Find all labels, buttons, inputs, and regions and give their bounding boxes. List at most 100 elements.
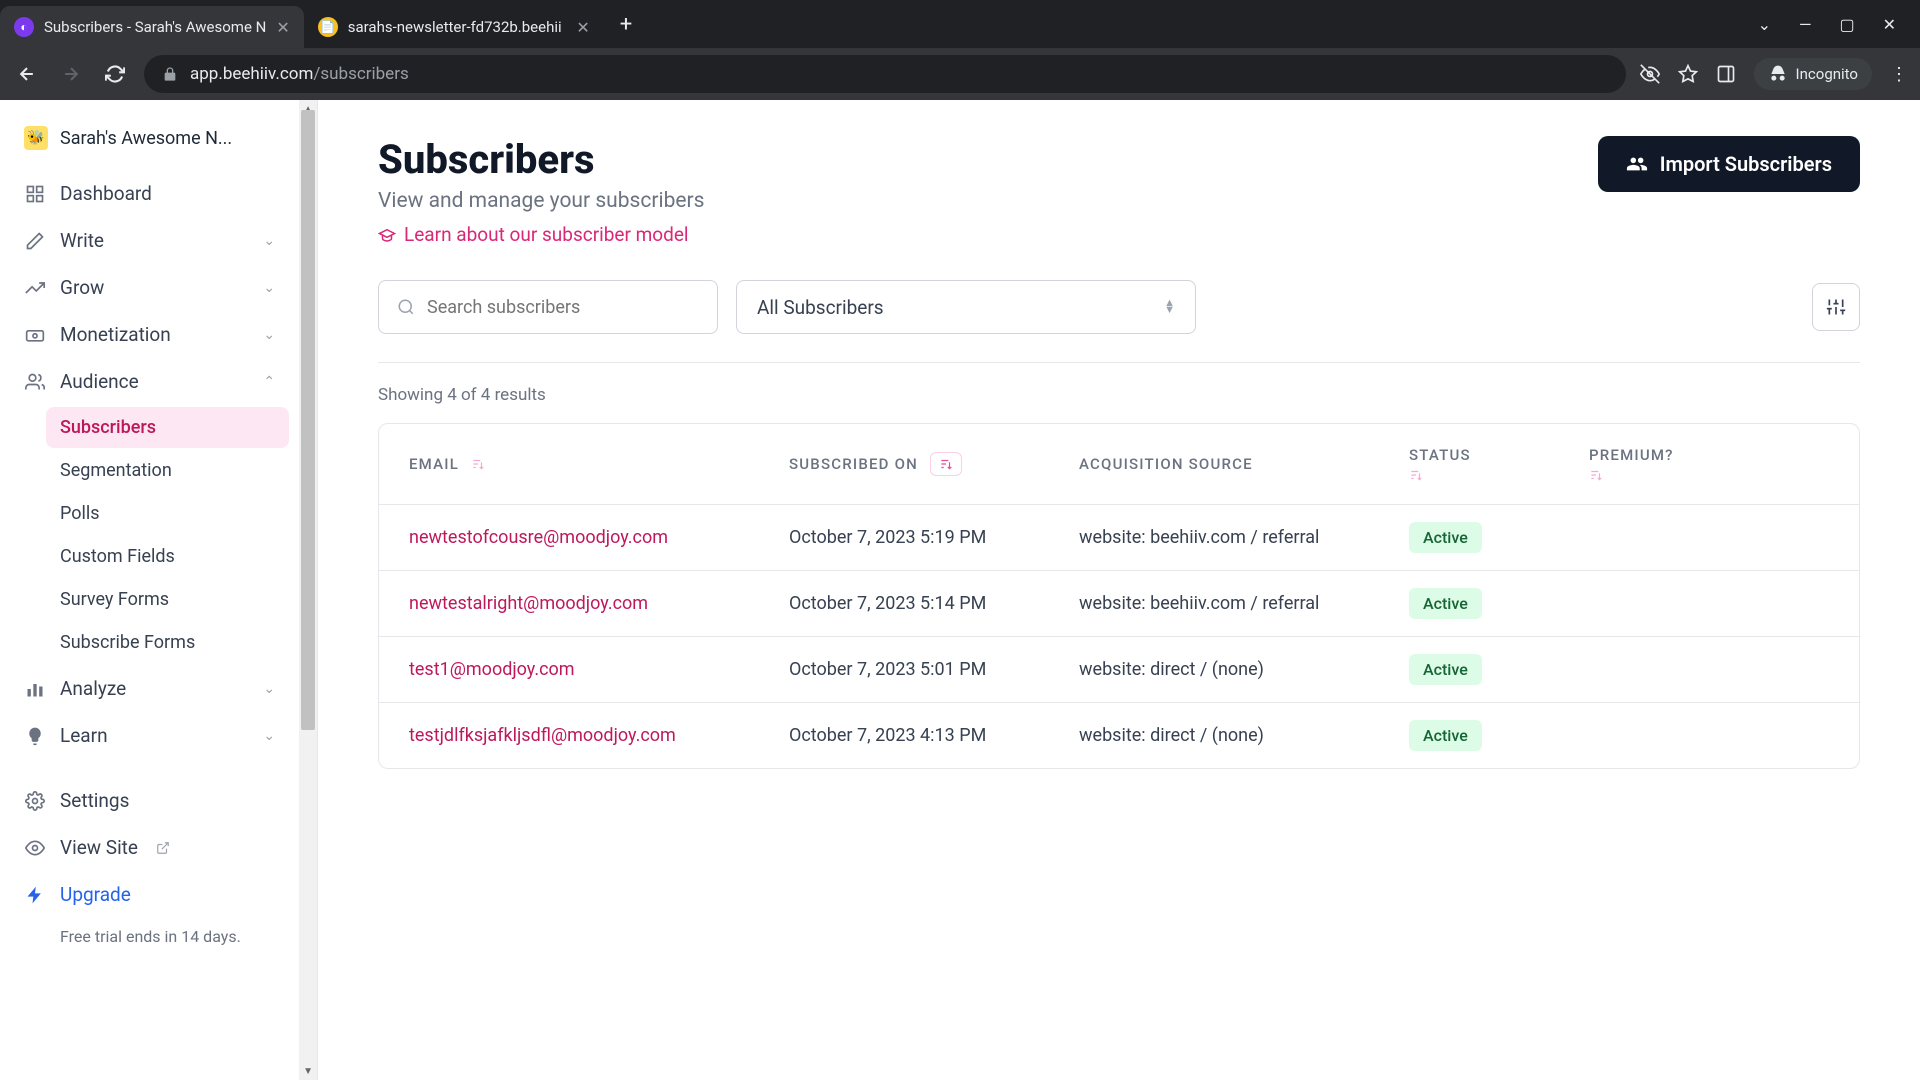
scroll-down-icon[interactable]: ▼ [299,1062,317,1080]
sidebar-subitem-segmentation[interactable]: Segmentation [46,450,289,491]
column-header-premium[interactable]: PREMIUM? [1589,446,1829,482]
cell-email[interactable]: testjdlfksjafkljsdfl@moodjoy.com [409,725,789,746]
column-header-status[interactable]: STATUS [1409,446,1589,482]
filters-row: All Subscribers ▲▼ [378,280,1860,334]
table-body: newtestofcousre@moodjoy.com October 7, 20… [379,505,1859,768]
tab-title: Subscribers - Sarah's Awesome N [44,18,266,36]
sidebar-subitem-subscribers[interactable]: Subscribers [46,407,289,448]
cell-email[interactable]: newtestofcousre@moodjoy.com [409,527,789,548]
table-row[interactable]: newtestalright@moodjoy.comOctober 7, 202… [379,571,1859,637]
column-settings-button[interactable] [1812,283,1860,331]
table-row[interactable]: newtestofcousre@moodjoy.comOctober 7, 20… [379,505,1859,571]
results-count: Showing 4 of 4 results [378,385,1860,405]
import-subscribers-button[interactable]: Import Subscribers [1598,136,1860,192]
status-badge: Active [1409,588,1482,619]
main-content: Subscribers View and manage your subscri… [318,100,1920,1080]
column-header-acquisition-source[interactable]: ACQUISITION SOURCE [1079,455,1409,473]
url-input[interactable]: app.beehiiv.com/subscribers [144,55,1626,93]
sidebar-item-settings[interactable]: Settings [10,777,289,824]
bolt-icon [24,885,46,905]
workspace-switcher[interactable]: 🐝 Sarah's Awesome N... [10,118,289,170]
scrollbar-thumb[interactable] [301,110,315,730]
sidebar-item-label: Upgrade [60,883,131,906]
tab-title: sarahs-newsletter-fd732b.beehii [348,18,567,36]
education-icon [378,226,396,244]
sidebar-item-analyze[interactable]: Analyze ⌄ [10,665,289,712]
tab-dropdown-icon[interactable]: ⌄ [1758,15,1771,34]
sidebar-item-label: Write [60,229,104,252]
table-row[interactable]: test1@moodjoy.comOctober 7, 2023 5:01 PM… [379,637,1859,703]
trending-up-icon [24,278,46,298]
learn-more-link[interactable]: Learn about our subscriber model [378,223,704,246]
toolbar-icons: Incognito ⋮ [1640,58,1908,90]
column-label: ACQUISITION SOURCE [1079,455,1253,473]
menu-icon[interactable]: ⋮ [1890,64,1908,85]
sort-icon[interactable] [471,457,485,471]
minimize-icon[interactable]: — [1799,15,1812,34]
sidebar-scrollbar[interactable]: ▲ ▼ [299,100,317,1080]
close-icon[interactable]: ✕ [276,18,289,37]
trial-notice: Free trial ends in 14 days. [10,918,289,956]
page-subtitle: View and manage your subscribers [378,189,704,213]
workspace-logo: 🐝 [24,126,48,150]
grid-icon [24,184,46,204]
segment-filter-select[interactable]: All Subscribers ▲▼ [736,280,1196,334]
sidebar-item-monetization[interactable]: Monetization ⌄ [10,311,289,358]
chevron-down-icon: ⌄ [263,280,275,296]
new-tab-button[interactable]: + [604,12,648,37]
maximize-icon[interactable]: ▢ [1839,15,1854,34]
incognito-badge[interactable]: Incognito [1754,58,1872,90]
sidebar-subnav-audience: Subscribers Segmentation Polls Custom Fi… [10,407,289,663]
import-button-label: Import Subscribers [1660,152,1832,176]
search-input[interactable] [427,297,699,318]
lightbulb-icon [24,726,46,746]
browser-tab-active[interactable]: ◐ Subscribers - Sarah's Awesome N ✕ [0,6,304,48]
money-icon [24,325,46,345]
chevron-down-icon: ⌄ [263,233,275,249]
chevron-down-icon: ⌄ [263,681,275,697]
cell-date: October 7, 2023 5:14 PM [789,593,1079,614]
gear-icon [24,791,46,811]
sidebar-subitem-subscribe-forms[interactable]: Subscribe Forms [46,622,289,663]
sidebar-item-upgrade[interactable]: Upgrade [10,871,289,918]
tab-favicon: ◐ [14,17,34,37]
cell-email[interactable]: test1@moodjoy.com [409,659,789,680]
sort-icon-active[interactable] [930,452,962,476]
back-button[interactable] [12,59,42,89]
sidebar-item-label: Analyze [60,677,126,700]
sidebar-container: 🐝 Sarah's Awesome N... Dashboard Write ⌄… [0,100,318,1080]
cell-email[interactable]: newtestalright@moodjoy.com [409,593,789,614]
eye-off-icon[interactable] [1640,64,1660,84]
sidebar-item-dashboard[interactable]: Dashboard [10,170,289,217]
sidebar-subitem-custom-fields[interactable]: Custom Fields [46,536,289,577]
table-row[interactable]: testjdlfksjafkljsdfl@moodjoy.comOctober … [379,703,1859,768]
sidebar-item-label: View Site [60,836,138,859]
star-icon[interactable] [1678,64,1698,84]
users-plus-icon [1626,153,1648,175]
sidebar-item-learn[interactable]: Learn ⌄ [10,712,289,759]
eye-icon [24,838,46,858]
close-window-icon[interactable]: ✕ [1883,15,1896,34]
sort-icon[interactable] [1409,468,1423,482]
close-icon[interactable]: ✕ [576,18,589,37]
status-badge: Active [1409,654,1482,685]
browser-tab[interactable]: 📄 sarahs-newsletter-fd732b.beehii ✕ [304,6,604,48]
sidebar-item-view-site[interactable]: View Site [10,824,289,871]
sidebar-item-audience[interactable]: Audience ⌃ [10,358,289,405]
column-header-email[interactable]: EMAIL [409,455,789,473]
sidebar-item-write[interactable]: Write ⌄ [10,217,289,264]
column-label: SUBSCRIBED ON [789,455,918,473]
panel-icon[interactable] [1716,64,1736,84]
reload-button[interactable] [100,59,130,89]
sidebar-subitem-polls[interactable]: Polls [46,493,289,534]
incognito-icon [1768,64,1788,84]
cell-status: Active [1409,527,1589,548]
sort-icon[interactable] [1589,468,1603,482]
search-input-wrapper[interactable] [378,280,718,334]
column-header-subscribed-on[interactable]: SUBSCRIBED ON [789,452,1079,476]
page-title: Subscribers [378,136,704,183]
sidebar-item-grow[interactable]: Grow ⌄ [10,264,289,311]
sidebar-subitem-survey-forms[interactable]: Survey Forms [46,579,289,620]
sidebar-item-label: Audience [60,370,139,393]
forward-button[interactable] [56,59,86,89]
